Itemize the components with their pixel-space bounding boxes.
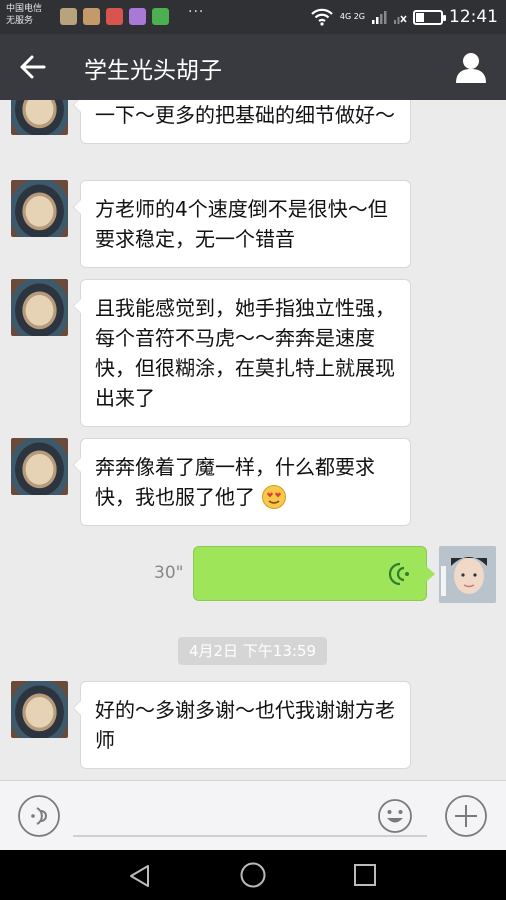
self-avatar[interactable]: [439, 546, 496, 603]
message-text: 好的～多谢多谢～也代我谢谢方老师: [95, 698, 395, 752]
circle-home-icon[interactable]: [239, 861, 267, 889]
message-bubble[interactable]: 且我能感觉到，她手指独立性强，每个音符不马虎～～奔奔是速度快，但很糊涂，在莫扎特…: [73, 279, 411, 427]
status-bar: 中国电信 无服务 ··· 4G 2G 12:41: [0, 0, 506, 34]
message-bubble[interactable]: 方老师的4个速度倒不是很快～但要求稳定，无一个错音: [73, 180, 411, 268]
carrier-info: 中国电信 无服务: [6, 3, 42, 27]
voice-wave-icon: [388, 562, 409, 586]
square-recent-icon[interactable]: [352, 861, 378, 889]
chat-area[interactable]: 一下～更多的把基础的细节做好～ 方老师的4个速度倒不是很快～但要求稳定，无一个错…: [0, 100, 506, 780]
message-input[interactable]: [73, 793, 427, 837]
message-text: 且我能感觉到，她手指独立性强，每个音符不马虎～～奔奔是速度快，但很糊涂，在莫扎特…: [95, 296, 395, 410]
more-notifications-icon: ···: [188, 4, 205, 20]
message-bubble[interactable]: 好的～多谢多谢～也代我谢谢方老师: [73, 681, 411, 769]
timestamp-badge: 4月2日 下午13:59: [178, 637, 327, 665]
contact-avatar[interactable]: [11, 100, 68, 135]
notification-app-icon: [83, 8, 100, 25]
message-bubble[interactable]: 一下～更多的把基础的细节做好～: [73, 100, 411, 144]
message-text: 一下～更多的把基础的细节做好～: [95, 103, 395, 127]
input-bar: [0, 780, 506, 850]
title-bar: 学生光头胡子: [0, 34, 506, 100]
network-label: 4G 2G: [339, 12, 365, 21]
smiley-icon[interactable]: [377, 798, 413, 834]
carrier-name: 中国电信: [6, 4, 43, 14]
chat-title: 学生光头胡子: [84, 58, 222, 84]
contact-avatar[interactable]: [11, 279, 68, 336]
contact-avatar[interactable]: [11, 180, 68, 237]
message-text: 奔奔像着了魔一样，什么都要求快，我也服了他了: [95, 455, 375, 509]
voice-duration: 30": [154, 563, 184, 583]
notification-icons: [60, 8, 169, 25]
wifi-icon: [311, 8, 333, 26]
notification-app-icon: [60, 8, 77, 25]
system-nav-bar: [0, 850, 506, 900]
message-bubble[interactable]: 奔奔像着了魔一样，什么都要求快，我也服了他了: [73, 438, 411, 526]
voice-message-bubble[interactable]: [193, 546, 435, 601]
back-arrow-icon[interactable]: [14, 51, 50, 83]
network-type: 4G 2G: [340, 13, 365, 21]
battery-icon: [413, 9, 446, 25]
self-avatar-portrait: [439, 546, 496, 603]
notification-app-icon: [129, 8, 146, 25]
person-icon[interactable]: [454, 50, 488, 84]
message-text: 方老师的4个速度倒不是很快～但要求稳定，无一个错音: [95, 197, 388, 251]
contact-avatar[interactable]: [11, 438, 68, 495]
notification-app-icon: [106, 8, 123, 25]
contact-avatar[interactable]: [11, 681, 68, 738]
status-right: 4G 2G 12:41: [310, 7, 498, 27]
notification-app-icon: [152, 8, 169, 25]
plus-icon[interactable]: [444, 794, 488, 838]
voice-input-icon[interactable]: [17, 794, 61, 838]
voice-message-row: 30": [0, 546, 506, 606]
triangle-back-icon[interactable]: [126, 862, 154, 890]
clock: 12:41: [449, 7, 498, 27]
service-status: 无服务: [6, 16, 34, 26]
heart-eyes-emoji-icon: [262, 485, 287, 509]
signal-icon: [372, 11, 387, 24]
no-signal-icon: [394, 15, 407, 24]
